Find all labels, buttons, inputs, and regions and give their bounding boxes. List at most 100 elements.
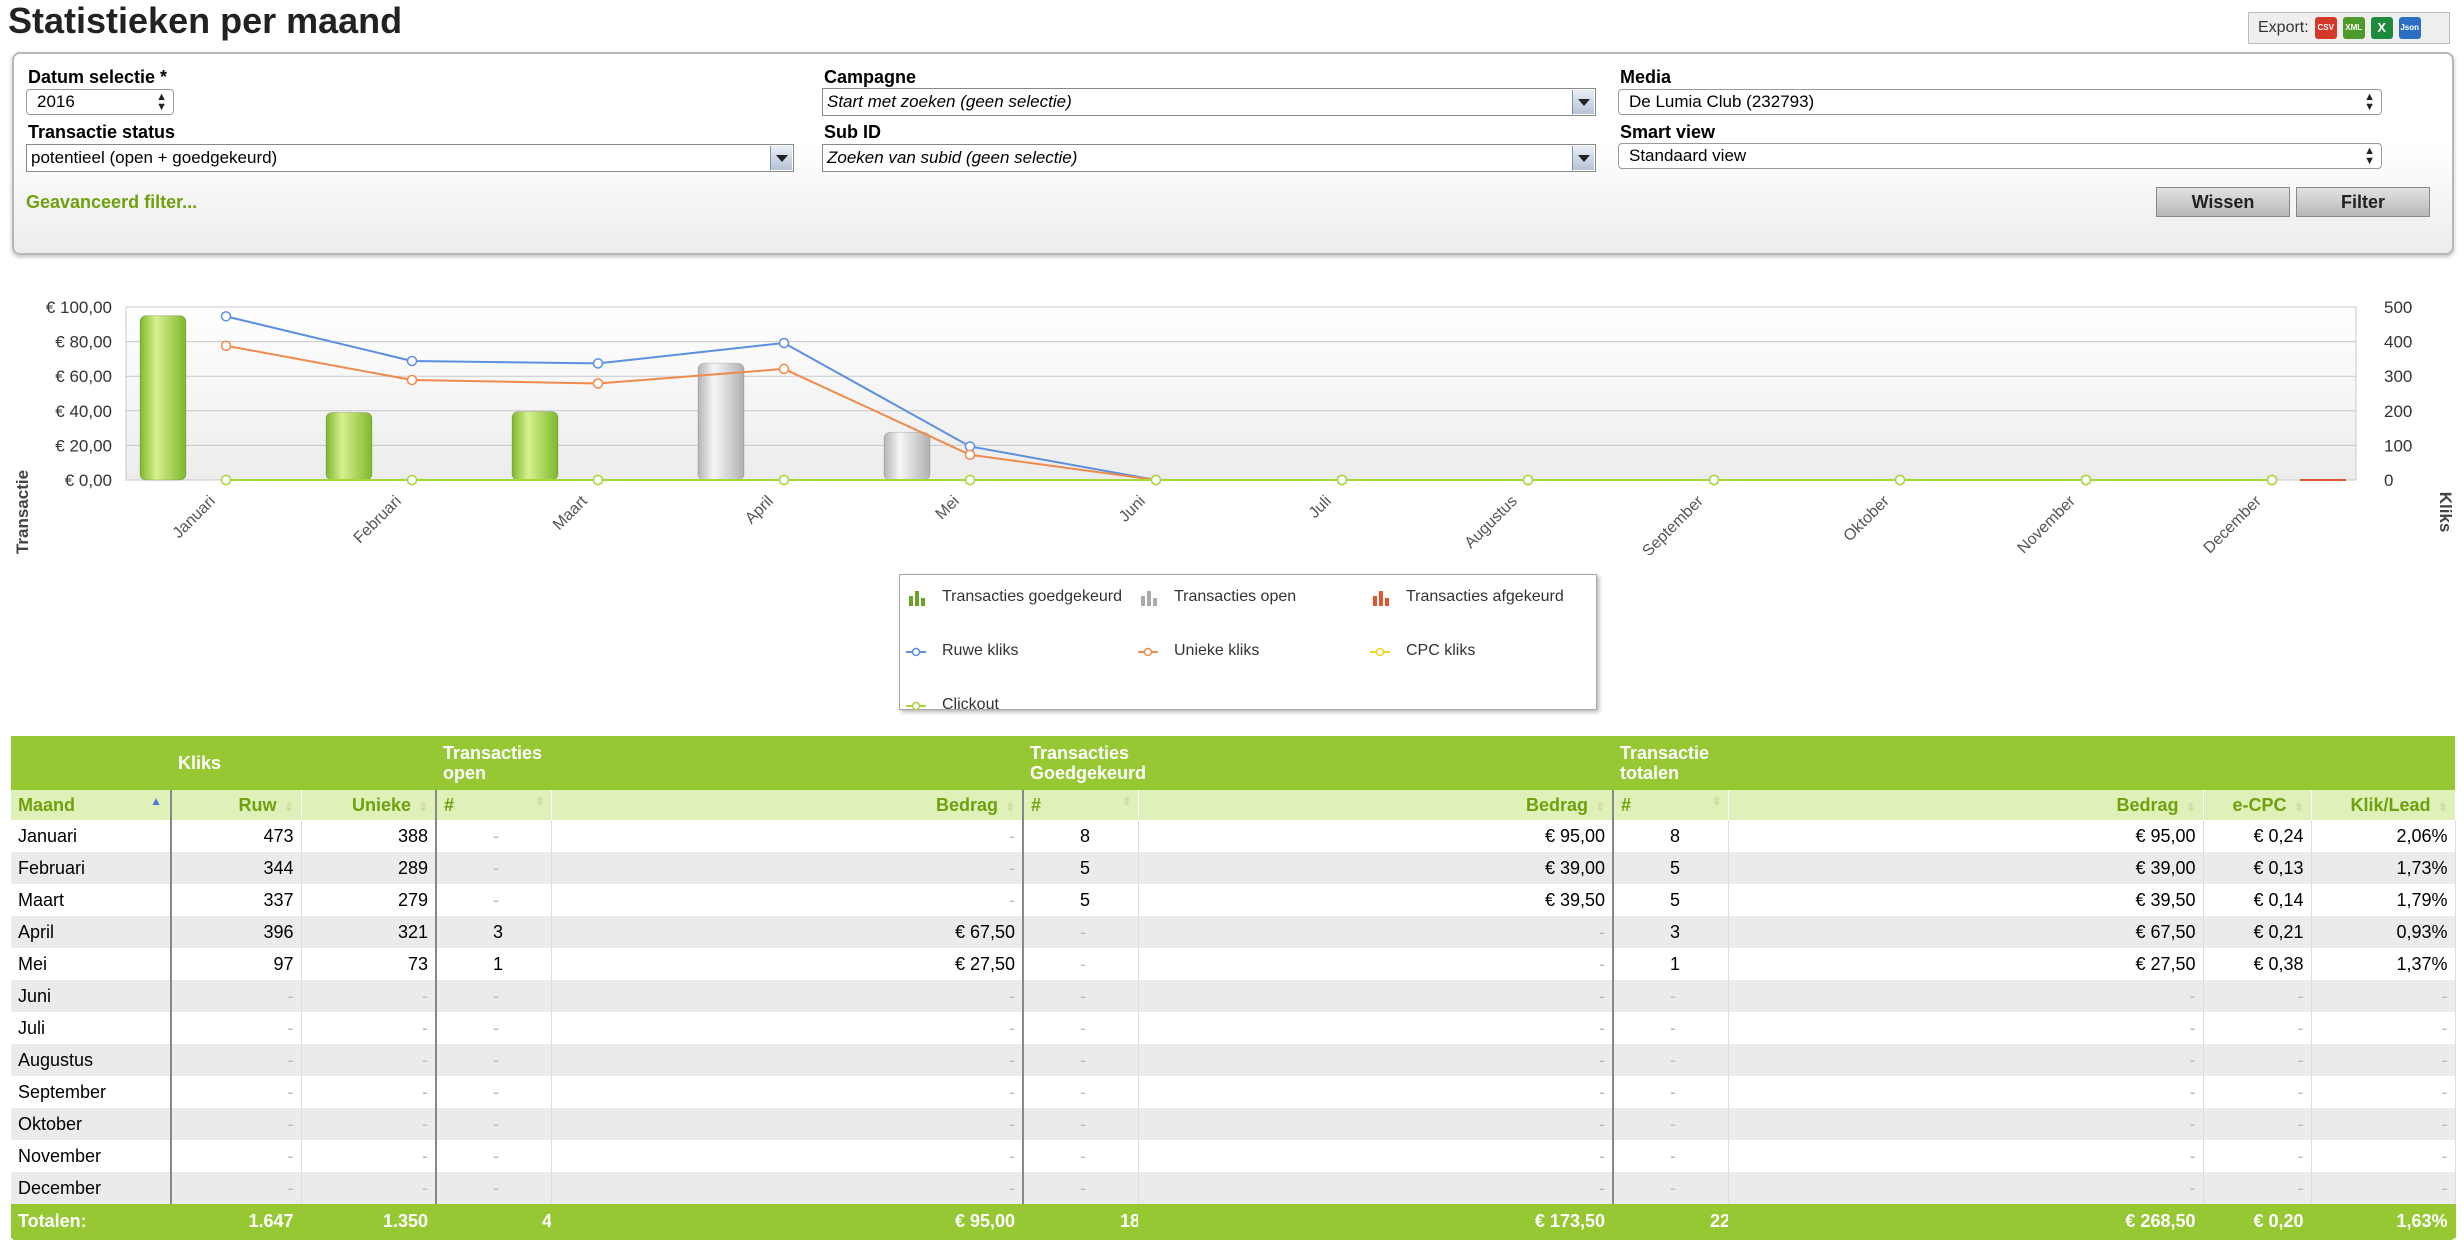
cell-unieke: 289 bbox=[301, 852, 437, 884]
point-clickout bbox=[1522, 474, 1534, 486]
col-header-totaal-count[interactable]: # ⇕ bbox=[1613, 790, 1729, 820]
col-header-unieke[interactable]: Unieke ⇕ bbox=[301, 790, 437, 820]
campagne-combobox[interactable]: Start met zoeken (geen selectie) bbox=[822, 88, 1596, 116]
col-header-open-bedrag[interactable]: Bedrag ⇕ bbox=[551, 790, 1024, 820]
cell-goedgekeurd-bedrag: - bbox=[1138, 1076, 1614, 1108]
dropdown-arrow-icon[interactable] bbox=[770, 146, 792, 170]
cell-klik-lead: - bbox=[2311, 1044, 2456, 1076]
col-header-open-count[interactable]: # ⇕ bbox=[436, 790, 552, 820]
point-clickout bbox=[2266, 474, 2278, 486]
cell-goedgekeurd-count: - bbox=[1023, 1108, 1139, 1140]
col-header-klik-lead[interactable]: Klik/Lead ⇕ bbox=[2311, 790, 2456, 820]
select-arrows-icon: ▲ ▼ bbox=[2364, 145, 2375, 167]
x-tick-label: Mei bbox=[933, 493, 963, 523]
cell-totaal-count: 5 bbox=[1613, 884, 1729, 916]
cell-open-count: - bbox=[436, 820, 552, 852]
smart-view-select[interactable]: Standaard view ▲ ▼ bbox=[1618, 143, 2382, 169]
campagne-label: Campagne bbox=[824, 67, 917, 87]
col-header-goedgekeurd-count[interactable]: # ⇕ bbox=[1023, 790, 1139, 820]
filter-button[interactable]: Filter bbox=[2296, 187, 2430, 217]
media-label: Media bbox=[1620, 67, 1672, 87]
media-select[interactable]: De Lumia Club (232793) ▲ ▼ bbox=[1618, 89, 2382, 115]
sort-icon: ⇕ bbox=[535, 795, 545, 808]
cell-ecpc: - bbox=[2203, 1108, 2312, 1140]
cell-open-count: - bbox=[436, 1044, 552, 1076]
y-left-tick-label: € 60,00 bbox=[55, 367, 112, 386]
cell-ruw: 97 bbox=[171, 948, 302, 980]
x-tick-label: Oktober bbox=[1841, 492, 1894, 545]
col-header-ecpc[interactable]: e-CPC ⇕ bbox=[2203, 790, 2312, 820]
cell-ecpc: - bbox=[2203, 1012, 2312, 1044]
cell-maand: April bbox=[11, 916, 172, 948]
cell-totaal-bedrag: - bbox=[1728, 1140, 2204, 1172]
cell-unieke: - bbox=[301, 1140, 437, 1172]
cell-goedgekeurd-bedrag: - bbox=[1138, 980, 1614, 1012]
xml-export-icon[interactable]: XML bbox=[2342, 17, 2365, 39]
cell-totaal-count: 5 bbox=[1613, 852, 1729, 884]
dropdown-arrow-icon[interactable] bbox=[1572, 90, 1594, 114]
point-clickout bbox=[1708, 474, 1720, 486]
x-tick-label: September bbox=[1639, 492, 1707, 555]
cell-goedgekeurd-count: 5 bbox=[1023, 884, 1139, 916]
bar-transacties-goedgekeurd bbox=[511, 411, 559, 481]
sort-icon: ⇕ bbox=[1005, 801, 1015, 814]
table-row: Juli - - - - - - - - - - bbox=[11, 1012, 2456, 1044]
x-tick-label: November bbox=[2015, 492, 2080, 555]
cell-maand: Januari bbox=[11, 820, 172, 852]
y-left-tick-label: € 80,00 bbox=[55, 333, 112, 352]
subid-label: Sub ID bbox=[824, 122, 881, 142]
totals-goedgekeurd-bedrag: € 173,50 bbox=[1138, 1204, 1614, 1238]
group-kliks: Kliks bbox=[171, 736, 436, 790]
cell-goedgekeurd-bedrag: - bbox=[1138, 1012, 1614, 1044]
excel-export-icon[interactable]: X bbox=[2370, 17, 2393, 39]
cell-open-count: 3 bbox=[436, 916, 552, 948]
col-header-maand[interactable]: Maand ▲ bbox=[11, 790, 172, 820]
cell-totaal-bedrag: - bbox=[1728, 1076, 2204, 1108]
point-clickout bbox=[1894, 474, 1906, 486]
line-series-icon bbox=[906, 701, 926, 711]
col-header-goedgekeurd-bedrag[interactable]: Bedrag ⇕ bbox=[1138, 790, 1614, 820]
point-clickout bbox=[406, 474, 418, 486]
col-header-totaal-bedrag[interactable]: Bedrag ⇕ bbox=[1728, 790, 2204, 820]
dropdown-arrow-icon[interactable] bbox=[1572, 146, 1594, 170]
cell-ecpc: € 0,13 bbox=[2203, 852, 2312, 884]
cell-open-count: - bbox=[436, 1108, 552, 1140]
cell-ruw: - bbox=[171, 980, 302, 1012]
cell-ruw: - bbox=[171, 1172, 302, 1204]
y-right-axis-title: Kliks bbox=[2436, 492, 2455, 533]
cell-klik-lead: 1,37% bbox=[2311, 948, 2456, 980]
group-empty bbox=[11, 736, 171, 790]
table-row: April 396 321 3 € 67,50- -3 € 67,50 € 0,21 0,93% bbox=[11, 916, 2456, 948]
group-transactie-totalen-label: Transactie totalen bbox=[1620, 743, 1710, 783]
bar-series-icon bbox=[1373, 591, 1389, 606]
sort-icon: ⇕ bbox=[2186, 801, 2196, 814]
csv-export-icon[interactable]: CSV bbox=[2314, 17, 2337, 39]
cell-open-count: - bbox=[436, 1012, 552, 1044]
point-clickout bbox=[592, 474, 604, 486]
cell-maand: November bbox=[11, 1140, 172, 1172]
cell-goedgekeurd-count: - bbox=[1023, 1012, 1139, 1044]
cell-totaal-count: 1 bbox=[1613, 948, 1729, 980]
transactie-status-combobox[interactable]: potentieel (open + goedgekeurd) bbox=[26, 144, 794, 172]
advanced-filter-link[interactable]: Geavanceerd filter... bbox=[26, 192, 197, 213]
totals-label: Totalen: bbox=[11, 1204, 172, 1238]
cell-unieke: - bbox=[301, 1044, 437, 1076]
datum-selectie-select[interactable]: 2016 ▲ ▼ bbox=[26, 89, 174, 115]
wissen-button[interactable]: Wissen bbox=[2156, 187, 2290, 217]
x-tick-label: Juli bbox=[1306, 493, 1335, 522]
bar-series-icon bbox=[909, 591, 925, 606]
cell-goedgekeurd-bedrag: - bbox=[1138, 1140, 1614, 1172]
cell-open-bedrag: - bbox=[551, 884, 1024, 916]
table-row: December - - - - - - - - - - bbox=[11, 1172, 2456, 1204]
select-arrows-icon: ▲ ▼ bbox=[2364, 91, 2375, 113]
totals-ecpc: € 0,20 bbox=[2203, 1204, 2312, 1238]
point-clickout bbox=[778, 474, 790, 486]
table-row: September - - - - - - - - - - bbox=[11, 1076, 2456, 1108]
subid-combobox[interactable]: Zoeken van subid (geen selectie) bbox=[822, 144, 1596, 172]
cell-ecpc: - bbox=[2203, 980, 2312, 1012]
transactie-status-label: Transactie status bbox=[28, 122, 176, 142]
col-header-ruw[interactable]: Ruw ⇕ bbox=[171, 790, 302, 820]
json-export-icon[interactable]: Json bbox=[2398, 17, 2421, 39]
cell-totaal-count: - bbox=[1613, 1076, 1729, 1108]
x-tick-label: Juni bbox=[1116, 493, 1149, 526]
